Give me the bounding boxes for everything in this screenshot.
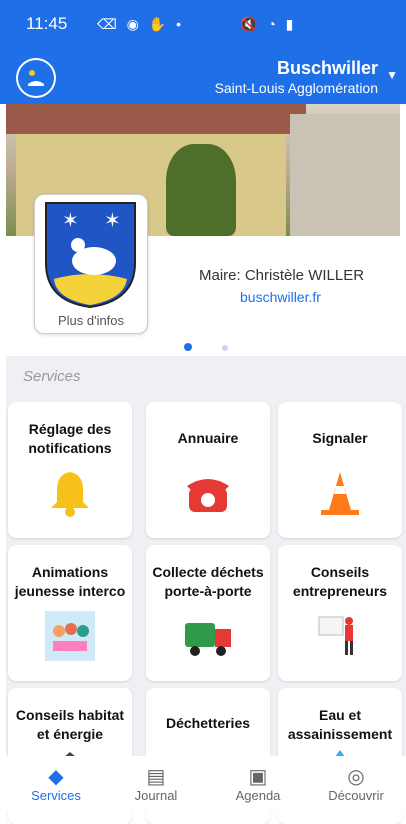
tab-agenda[interactable]: ▣ Agenda <box>210 764 306 803</box>
town-name[interactable]: Buschwiller <box>277 58 378 79</box>
card-directory[interactable]: Annuaire <box>146 402 270 538</box>
status-system-icons: 🔇 ◔ ▮ <box>240 16 297 32</box>
tab-label: Services <box>31 788 81 803</box>
services-section: Services Réglage des notifications Annua… <box>6 356 406 824</box>
card-title: Annuaire <box>177 430 239 446</box>
svg-text:✶: ✶ <box>104 208 121 232</box>
coat-of-arms-card[interactable]: ✶ ✶ Plus d'infos <box>34 194 148 334</box>
carousel-dot[interactable] <box>222 345 228 351</box>
calendar-icon: ▣ <box>248 766 268 788</box>
tab-services[interactable]: ◆ Services <box>8 764 104 803</box>
compass-icon: ◎ <box>347 766 365 788</box>
carousel-dot-active[interactable] <box>184 343 192 351</box>
card-title: Signaler <box>312 430 368 446</box>
card-title: Conseils entrepreneurs <box>292 564 388 599</box>
mayor-name: Maire: Christèle WILLER <box>199 267 365 284</box>
card-business-advice[interactable]: Conseils entrepreneurs <box>278 545 402 681</box>
card-title: Eau et assainissement <box>287 707 393 742</box>
card-youth[interactable]: Animations jeunesse interco <box>8 545 132 681</box>
traffic-cone-icon <box>321 472 359 515</box>
logo-icon <box>18 60 54 96</box>
svg-text:✶: ✶ <box>62 208 79 232</box>
card-title: Déchetteries <box>165 715 251 731</box>
tab-label: Journal <box>134 788 178 803</box>
services-icon: ◆ <box>48 766 64 788</box>
bottom-navigation: ◆ Services ▤ Journal ▣ Agenda ◎ Découvri… <box>0 756 406 812</box>
phone-icon <box>187 479 229 512</box>
garbage-truck-icon <box>185 623 231 656</box>
card-title: Conseils habitat et énergie <box>15 707 125 742</box>
chevron-down-icon[interactable]: ▼ <box>386 68 398 82</box>
tab-label: Agenda <box>235 788 281 803</box>
card-waste-collection[interactable]: Collecte déchets porte-à-porte <box>146 545 270 681</box>
tab-label: Découvrir <box>328 788 384 803</box>
more-info-link[interactable]: Plus d'infos <box>35 313 147 328</box>
carousel-indicator <box>184 338 258 356</box>
bell-icon <box>51 472 89 517</box>
card-report[interactable]: Signaler <box>278 402 402 538</box>
card-notifications[interactable]: Réglage des notifications <box>8 402 132 538</box>
app-header: Buschwiller Saint-Louis Agglomération ▼ <box>0 50 406 104</box>
tab-discover[interactable]: ◎ Découvrir <box>308 764 404 803</box>
newspaper-icon: ▤ <box>146 766 166 788</box>
presentation-icon <box>318 616 353 655</box>
card-title: Animations jeunesse interco <box>14 564 126 599</box>
agglomeration-name[interactable]: Saint-Louis Agglomération <box>215 80 378 96</box>
status-bar: 11:45 ⌫ ◉ ✋ • 🔇 ◔ ▮ <box>0 0 406 50</box>
kids-icon <box>45 611 95 661</box>
tree-shape <box>166 144 236 236</box>
card-title: Collecte déchets porte-à-porte <box>152 564 264 599</box>
annex-shape <box>290 114 400 236</box>
tab-journal[interactable]: ▤ Journal <box>108 764 204 803</box>
status-time: 11:45 <box>26 14 68 33</box>
website-link[interactable]: buschwiller.fr <box>240 289 321 305</box>
roof-shape <box>6 104 306 134</box>
coat-of-arms-icon: ✶ ✶ <box>45 202 136 309</box>
card-title: Réglage des notifications <box>28 421 112 456</box>
status-notification-icons: ⌫ ◉ ✋ • <box>97 16 185 32</box>
app-logo[interactable] <box>16 58 56 98</box>
services-heading: Services <box>23 368 81 385</box>
